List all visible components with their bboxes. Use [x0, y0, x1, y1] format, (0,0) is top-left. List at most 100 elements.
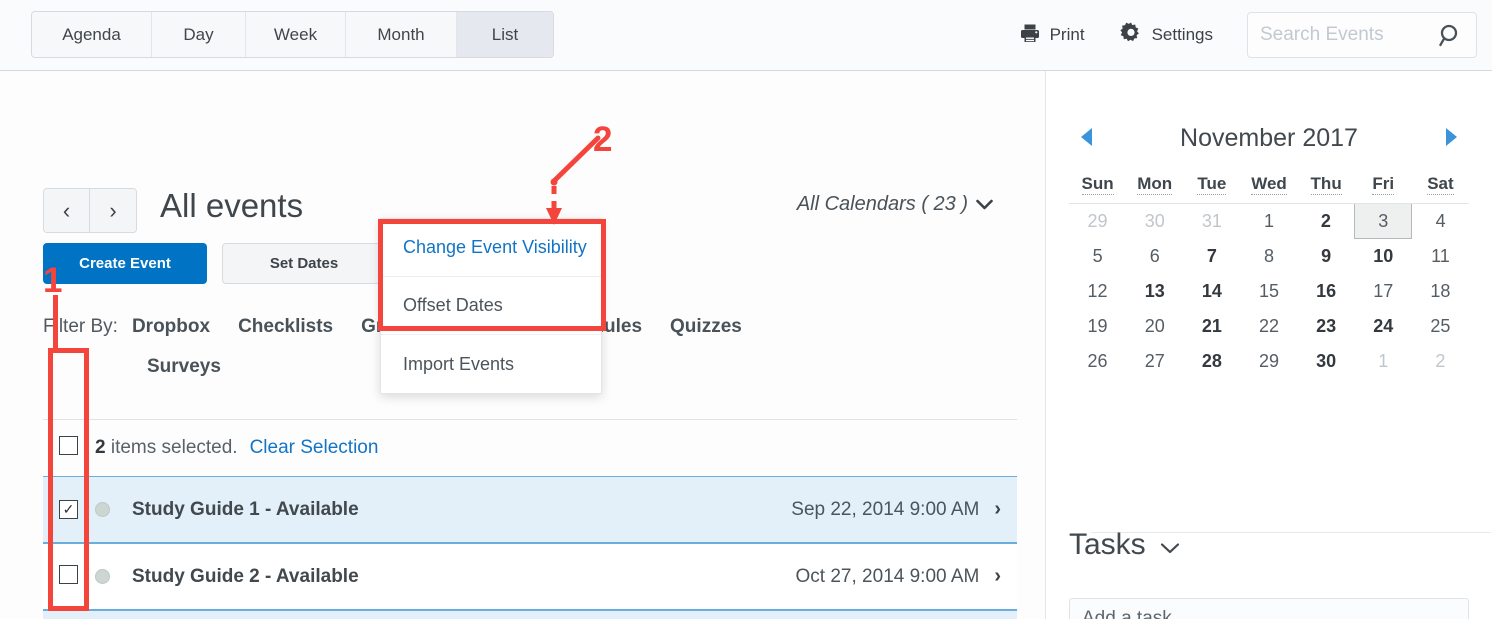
- chevron-right-icon[interactable]: ›: [994, 498, 1001, 521]
- view-tab-group: Agenda Day Week Month List: [31, 11, 554, 58]
- mini-calendar: November 2017 Sun Mon Tue Wed Thu Fri Sa…: [1069, 117, 1491, 533]
- calendar-week-row: 5 6 7 8 9 10 11: [1069, 239, 1469, 274]
- tab-month[interactable]: Month: [346, 12, 457, 57]
- calendar-day[interactable]: 21: [1183, 309, 1240, 344]
- next-button[interactable]: ›: [90, 189, 136, 232]
- calendar-week-row: 12 13 14 15 16 17 18: [1069, 274, 1469, 309]
- event-status-dot-icon: [95, 502, 110, 517]
- calendar-day[interactable]: 8: [1240, 239, 1297, 274]
- calendar-day[interactable]: 9: [1298, 239, 1355, 274]
- calendar-day[interactable]: 27: [1126, 344, 1183, 379]
- search-input[interactable]: [1248, 24, 1426, 46]
- calendar-day[interactable]: 18: [1412, 274, 1469, 309]
- calendar-day[interactable]: 11: [1412, 239, 1469, 274]
- calendar-day[interactable]: 26: [1069, 344, 1126, 379]
- calendar-month-title: November 2017: [1180, 123, 1358, 152]
- calendar-day[interactable]: 30: [1298, 344, 1355, 379]
- calendar-week-row: 29 30 31 1 2 3 4: [1069, 203, 1469, 239]
- calendar-day[interactable]: 25: [1412, 309, 1469, 344]
- calendar-day[interactable]: 31: [1183, 204, 1240, 239]
- calendar-week-row: 19 20 21 22 23 24 25: [1069, 309, 1469, 344]
- event-date: Oct 27, 2014 9:00 AM: [795, 565, 980, 587]
- calendar-day[interactable]: 20: [1126, 309, 1183, 344]
- event-date: Sep 22, 2014 9:00 AM: [791, 498, 980, 520]
- row-checkbox-unchecked[interactable]: [59, 564, 78, 584]
- search-icon[interactable]: [1438, 23, 1464, 54]
- weekday-sat: Sat: [1411, 165, 1469, 204]
- tab-agenda[interactable]: Agenda: [32, 12, 152, 57]
- set-dates-button[interactable]: Set Dates: [222, 243, 386, 284]
- table-row[interactable]: ✓ Study Guide 3 - Available Dec 5, 2014 …: [43, 610, 1017, 619]
- calendar-day[interactable]: 5: [1069, 239, 1126, 274]
- calendar-prev-month-icon[interactable]: [1081, 128, 1092, 146]
- calendar-day[interactable]: 30: [1126, 204, 1183, 239]
- row-checkbox-wrap[interactable]: [59, 564, 78, 589]
- calendar-day[interactable]: 14: [1183, 274, 1240, 309]
- calendar-day[interactable]: 10: [1355, 239, 1412, 274]
- calendar-list-page: Agenda Day Week Month List Print Setting…: [0, 0, 1492, 619]
- print-label: Print: [1049, 25, 1085, 44]
- filter-checklists[interactable]: Checklists: [238, 316, 333, 337]
- selection-header-row: 2 items selected. Clear Selection: [43, 419, 1017, 475]
- print-button[interactable]: Print: [1019, 22, 1085, 49]
- tab-week[interactable]: Week: [246, 12, 346, 57]
- row-checkbox-checked[interactable]: ✓: [59, 500, 78, 519]
- calendar-day[interactable]: 29: [1240, 344, 1297, 379]
- menu-item-import-events[interactable]: Import Events: [381, 335, 601, 393]
- chevron-right-icon[interactable]: ›: [994, 565, 1001, 588]
- calendar-day[interactable]: 15: [1240, 274, 1297, 309]
- table-row[interactable]: ✓ Study Guide 1 - Available Sep 22, 2014…: [43, 476, 1017, 543]
- calendar-day[interactable]: 13: [1126, 274, 1183, 309]
- calendar-week-row: 26 27 28 29 30 1 2: [1069, 344, 1469, 379]
- menu-item-change-event-visibility[interactable]: Change Event Visibility: [381, 219, 601, 277]
- calendar-day[interactable]: 19: [1069, 309, 1126, 344]
- filter-dropbox[interactable]: Dropbox: [132, 316, 210, 337]
- calendar-day[interactable]: 29: [1069, 204, 1126, 239]
- search-events-box[interactable]: [1247, 12, 1477, 58]
- calendar-day[interactable]: 2: [1298, 204, 1355, 239]
- select-all-checkbox[interactable]: [59, 435, 78, 455]
- row-checkbox-wrap[interactable]: ✓: [59, 500, 78, 519]
- right-sidebar: November 2017 Sun Mon Tue Wed Thu Fri Sa…: [1047, 71, 1492, 619]
- weekday-sun: Sun: [1069, 165, 1127, 204]
- calendar-weekday-row: Sun Mon Tue Wed Thu Fri Sat: [1069, 165, 1469, 204]
- calendar-day-today[interactable]: 3: [1354, 203, 1413, 239]
- select-all-checkbox-wrap[interactable]: [59, 435, 78, 460]
- tasks-header[interactable]: Tasks: [1069, 528, 1180, 562]
- calendar-day[interactable]: 1: [1355, 344, 1412, 379]
- calendar-day[interactable]: 6: [1126, 239, 1183, 274]
- calendar-day[interactable]: 7: [1183, 239, 1240, 274]
- event-title: Study Guide 1 - Available: [132, 498, 359, 520]
- table-row[interactable]: Study Guide 2 - Available Oct 27, 2014 9…: [43, 543, 1017, 610]
- calendar-day[interactable]: 24: [1355, 309, 1412, 344]
- calendar-next-month-icon[interactable]: [1446, 128, 1457, 146]
- calendar-day[interactable]: 28: [1183, 344, 1240, 379]
- event-title: Study Guide 2 - Available: [132, 565, 359, 587]
- create-event-button[interactable]: Create Event: [43, 243, 207, 284]
- tab-list[interactable]: List: [457, 12, 553, 57]
- calendar-day[interactable]: 22: [1240, 309, 1297, 344]
- calendar-day[interactable]: 17: [1355, 274, 1412, 309]
- calendar-day[interactable]: 12: [1069, 274, 1126, 309]
- calendar-grid: Sun Mon Tue Wed Thu Fri Sat 29 30 31 1 2 3 4 5 6…: [1069, 165, 1469, 379]
- add-task-input[interactable]: [1069, 598, 1469, 619]
- clear-selection-link[interactable]: Clear Selection: [250, 437, 379, 459]
- tab-day[interactable]: Day: [152, 12, 246, 57]
- toolbar-right-group: Print Settings: [1019, 0, 1492, 70]
- calendar-day[interactable]: 4: [1412, 204, 1469, 239]
- calendar-day[interactable]: 2: [1412, 344, 1469, 379]
- calendar-selector-label: All Calendars ( 23 ): [796, 193, 968, 215]
- calendar-day[interactable]: 23: [1298, 309, 1355, 344]
- calendar-day[interactable]: 1: [1240, 204, 1297, 239]
- filter-quizzes[interactable]: Quizzes: [670, 316, 742, 337]
- filter-surveys[interactable]: Surveys: [147, 356, 221, 377]
- chevron-down-icon[interactable]: [1160, 528, 1180, 562]
- settings-button[interactable]: Settings: [1119, 21, 1213, 50]
- calendar-selector[interactable]: All Calendars ( 23 ): [797, 193, 993, 216]
- event-status-dot-icon: [95, 569, 110, 584]
- menu-item-offset-dates[interactable]: Offset Dates: [381, 277, 601, 335]
- selection-count-text: 2 items selected.: [95, 437, 238, 459]
- prev-button[interactable]: ‹: [44, 189, 90, 232]
- selection-text: items selected.: [105, 436, 238, 458]
- calendar-day[interactable]: 16: [1298, 274, 1355, 309]
